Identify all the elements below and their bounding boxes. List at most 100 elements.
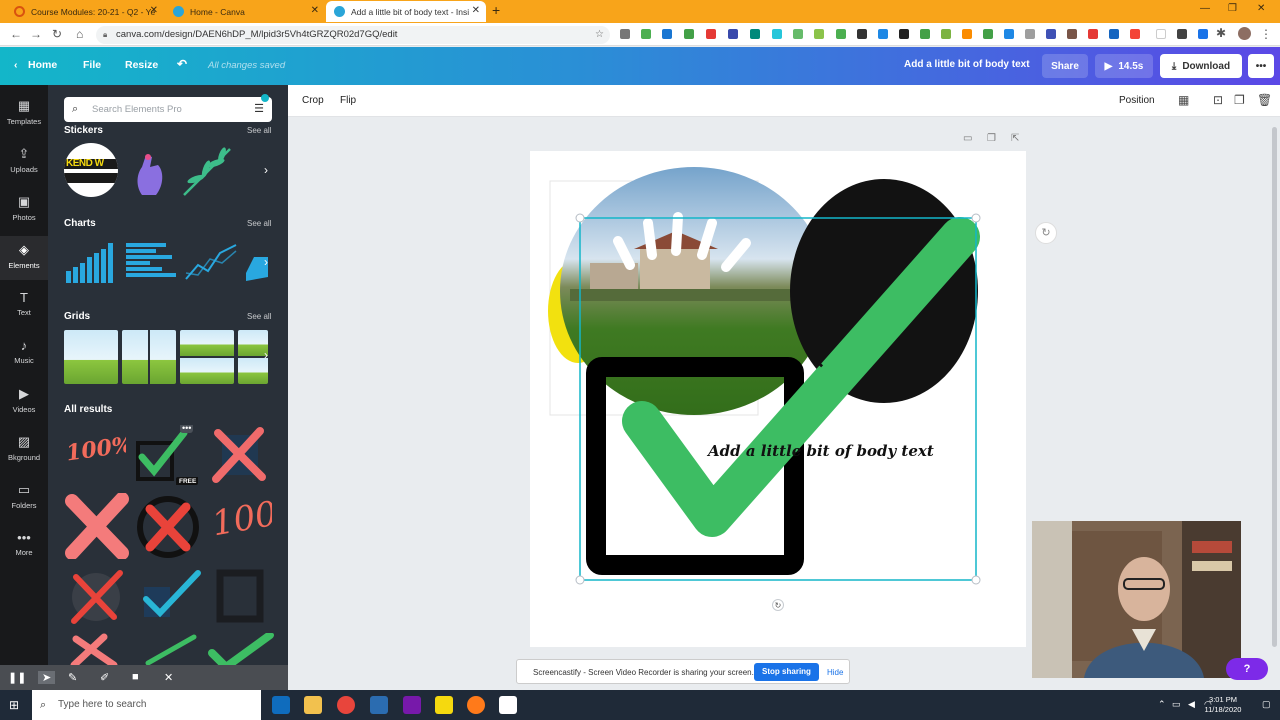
- extension-icon[interactable]: [857, 29, 867, 39]
- notifications-icon[interactable]: ▢: [1262, 699, 1271, 710]
- browser-tab-active-design[interactable]: Add a little bit of body text - Insi ✕: [326, 1, 486, 22]
- present-button[interactable]: ▶ 14.5s: [1095, 54, 1153, 78]
- camera-icon[interactable]: ■: [132, 671, 139, 683]
- rail-item-background[interactable]: ▨ Bkground: [0, 428, 48, 472]
- position-button[interactable]: Position: [1119, 95, 1155, 106]
- extension-icon[interactable]: [1088, 29, 1098, 39]
- extension-icon[interactable]: [899, 29, 909, 39]
- grids-next-chevron-icon[interactable]: ›: [264, 348, 268, 362]
- transparency-checker-icon[interactable]: ▦: [1178, 93, 1189, 107]
- close-tab-icon[interactable]: ✕: [311, 5, 319, 16]
- extensions-puzzle-icon[interactable]: ✱: [1216, 26, 1226, 40]
- extension-icon[interactable]: [772, 29, 782, 39]
- chrome-app-icon[interactable]: [337, 696, 355, 714]
- extension-icon[interactable]: [1198, 29, 1208, 39]
- extension-icon[interactable]: [750, 29, 760, 39]
- chart-column-thumb[interactable]: [64, 241, 118, 283]
- hide-banner-button[interactable]: Hide: [827, 668, 843, 677]
- rail-item-templates[interactable]: ▦ Templates: [0, 92, 48, 136]
- rotate-handle-icon[interactable]: ↻: [772, 599, 784, 611]
- stop-sharing-button[interactable]: Stop sharing: [754, 663, 819, 681]
- outlook-app-icon[interactable]: [272, 696, 290, 714]
- home-icon[interactable]: ⌂: [76, 27, 83, 41]
- element-pink-x-partial[interactable]: [64, 633, 130, 665]
- extension-icon[interactable]: [620, 29, 630, 39]
- element-x-in-circle[interactable]: [134, 493, 202, 559]
- undo-icon[interactable]: ↶: [177, 57, 187, 71]
- teams-app-icon[interactable]: [370, 696, 388, 714]
- extension-icon[interactable]: [1130, 29, 1140, 39]
- firefox-app-icon[interactable]: [467, 696, 485, 714]
- minimize-icon[interactable]: —: [1200, 3, 1210, 14]
- extension-icon[interactable]: [1177, 29, 1187, 39]
- extension-icon[interactable]: [706, 29, 716, 39]
- forward-arrow-icon[interactable]: →: [30, 27, 42, 41]
- url-field[interactable]: 🔒︎ canva.com/design/DAEN6hDP_M/lpid3r5Vh…: [96, 26, 610, 44]
- extension-icon[interactable]: [1046, 29, 1056, 39]
- element-green-check-partial[interactable]: [138, 633, 198, 665]
- file-menu[interactable]: File: [83, 59, 101, 71]
- extension-icon[interactable]: [1004, 29, 1014, 39]
- taskbar-clock[interactable]: 3:01 PM 11/18/2020: [1192, 695, 1254, 715]
- restore-icon[interactable]: ❐: [1228, 3, 1237, 14]
- windows-start-icon[interactable]: ⊞: [9, 698, 19, 712]
- extension-icon[interactable]: [1109, 29, 1119, 39]
- extension-icon[interactable]: [983, 29, 993, 39]
- extension-icon[interactable]: [836, 29, 846, 39]
- browser-tab-home-canva[interactable]: Home - Canva ✕: [165, 1, 325, 22]
- duplicate-icon[interactable]: ❐: [1234, 93, 1245, 107]
- element-options-dots-icon[interactable]: •••: [180, 425, 194, 433]
- extension-icon[interactable]: [941, 29, 951, 39]
- element-pink-x-on-square[interactable]: [208, 425, 270, 485]
- element-100-percent[interactable]: 100%: [64, 430, 126, 480]
- extension-icon[interactable]: [962, 29, 972, 39]
- rail-item-photos[interactable]: ▣ Photos: [0, 188, 48, 232]
- chart-line-thumb[interactable]: [184, 241, 238, 283]
- rail-item-videos[interactable]: ▶ Videos: [0, 380, 48, 424]
- reload-icon[interactable]: ↻: [52, 27, 62, 41]
- new-tab-icon[interactable]: +: [492, 2, 500, 18]
- extension-icon[interactable]: [1156, 29, 1166, 39]
- element-x-on-dark-circle[interactable]: [64, 565, 130, 625]
- close-toolbar-icon[interactable]: ✕: [164, 671, 173, 684]
- rail-item-more[interactable]: ••• More: [0, 524, 48, 568]
- chart-bar-thumb[interactable]: [124, 241, 178, 283]
- pen-icon[interactable]: ✎: [68, 671, 77, 684]
- sticky-notes-app-icon[interactable]: [435, 696, 453, 714]
- rail-item-elements[interactable]: ◈ Elements: [0, 236, 48, 280]
- extension-icon[interactable]: [793, 29, 803, 39]
- network-icon[interactable]: ▭: [1172, 699, 1181, 710]
- design-page[interactable]: Add a little bit of body text ↻: [530, 151, 1026, 647]
- trash-icon[interactable]: 🗑︎: [1257, 93, 1272, 107]
- see-all-grids[interactable]: See all: [247, 312, 271, 321]
- browser-tab-course-modules[interactable]: Course Modules: 20-21 - Q2 - Ye ✕: [6, 1, 164, 22]
- bookmark-star-icon[interactable]: ☆: [595, 26, 604, 44]
- charts-next-chevron-icon[interactable]: ›: [264, 255, 268, 269]
- grid-split-thumb[interactable]: [122, 330, 176, 384]
- canvas-scrollbar[interactable]: [1272, 127, 1277, 647]
- share-button[interactable]: Share: [1042, 54, 1088, 78]
- elements-search-input[interactable]: ⌕ Search Elements Pro ☰: [64, 94, 272, 122]
- body-text-element[interactable]: Add a little bit of body text: [708, 442, 934, 460]
- sticker-leaf-branch[interactable]: [180, 145, 234, 197]
- grid-stacked-thumb[interactable]: [180, 330, 234, 384]
- close-window-icon[interactable]: ✕: [1257, 3, 1265, 14]
- page-add-icon[interactable]: ⇱: [1011, 133, 1019, 144]
- home-chevron-icon[interactable]: ‹: [14, 59, 18, 71]
- close-tab-icon[interactable]: ✕: [472, 5, 480, 16]
- grid-single-thumb[interactable]: [64, 330, 118, 384]
- rail-item-text[interactable]: T Text: [0, 284, 48, 328]
- rail-item-folders[interactable]: ▭ Folders: [0, 476, 48, 520]
- home-button[interactable]: Home: [28, 59, 57, 71]
- rail-item-music[interactable]: ♪ Music: [0, 332, 48, 376]
- highlighter-icon[interactable]: ✐: [100, 671, 109, 684]
- snipping-tool-app-icon[interactable]: [499, 696, 517, 714]
- file-explorer-icon[interactable]: [304, 696, 322, 714]
- extension-icon[interactable]: [814, 29, 824, 39]
- design-title[interactable]: Add a little bit of body text: [904, 59, 1030, 70]
- extension-icon[interactable]: [662, 29, 672, 39]
- extension-icon[interactable]: [728, 29, 738, 39]
- sticker-weekend-thumb[interactable]: KEND W: [64, 143, 118, 197]
- back-arrow-icon[interactable]: ←: [10, 27, 22, 41]
- extension-icon[interactable]: [1025, 29, 1035, 39]
